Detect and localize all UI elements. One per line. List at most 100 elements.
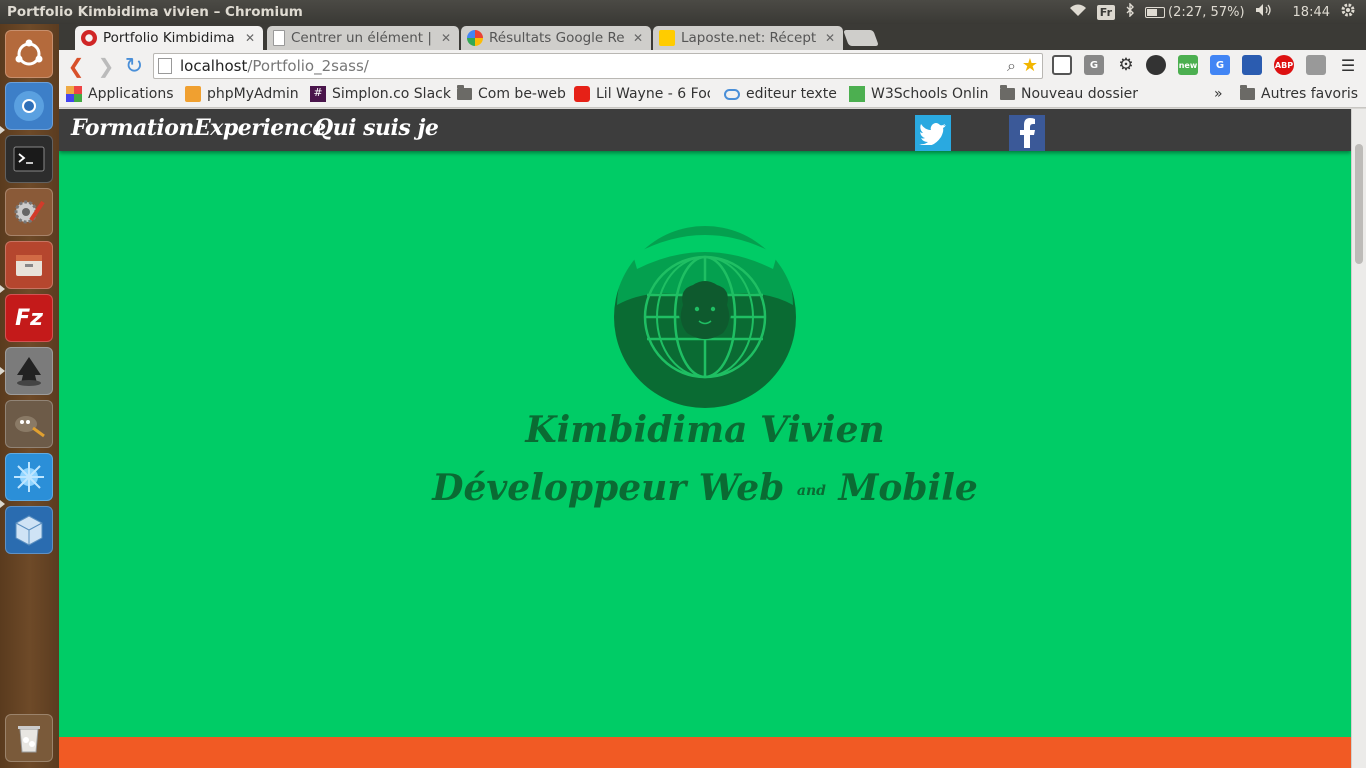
- grammarly-extension-icon[interactable]: G: [1084, 55, 1104, 75]
- clock[interactable]: 18:44: [1283, 5, 1330, 20]
- translate-extension-icon[interactable]: G: [1210, 55, 1230, 75]
- back-icon[interactable]: ❮: [63, 53, 89, 79]
- url-host: localhost: [180, 57, 248, 75]
- filezilla-icon[interactable]: Fz: [5, 294, 53, 342]
- bluetooth-icon[interactable]: [1125, 2, 1135, 21]
- page-scrollbar[interactable]: [1351, 109, 1366, 768]
- app-splash-icon[interactable]: [5, 453, 53, 501]
- ubuntu-dash-icon[interactable]: [5, 30, 53, 78]
- incognito-extension-icon[interactable]: [1146, 55, 1166, 75]
- cube-extension-icon[interactable]: [1306, 55, 1326, 75]
- close-tab-icon[interactable]: ✕: [825, 31, 835, 45]
- new-extension-icon[interactable]: new: [1178, 55, 1198, 75]
- adblock-plus-icon[interactable]: ABP: [1274, 55, 1294, 75]
- facebook-f-icon: [1020, 118, 1035, 148]
- hero-role-end: Mobile: [838, 467, 978, 509]
- bookmark-com-be-web[interactable]: Com be-web: [457, 85, 566, 102]
- screenshot-extension-icon[interactable]: [1052, 55, 1072, 75]
- volume-icon[interactable]: [1255, 3, 1273, 21]
- bookmark-label: Simplon.co Slack: [332, 86, 451, 102]
- session-gear-icon[interactable]: [1340, 2, 1356, 22]
- tab-google-results[interactable]: Résultats Google Re ✕: [461, 26, 651, 50]
- browser-toolbar: ❮ ❯ ↻ localhost/Portfolio_2sass/ ⌕ ★ G ⚙…: [59, 50, 1366, 82]
- battery-indicator[interactable]: (2:27, 57%): [1145, 5, 1245, 20]
- nav-link-experience[interactable]: Experience: [194, 115, 326, 141]
- orange-section-band: [59, 737, 1351, 768]
- new-tab-button[interactable]: [843, 30, 879, 46]
- running-indicator: [0, 285, 5, 293]
- virtualbox-icon[interactable]: [5, 506, 53, 554]
- bookmark-label: Applications: [88, 86, 174, 102]
- address-bar[interactable]: localhost/Portfolio_2sass/ ⌕ ★: [153, 53, 1043, 79]
- twitter-bird-icon: [919, 123, 946, 145]
- nav-link-formation[interactable]: Formation: [71, 115, 194, 141]
- zoom-search-icon[interactable]: ⌕: [1007, 56, 1016, 76]
- settings-extension-icon[interactable]: ⚙: [1116, 55, 1136, 75]
- mail-extension-icon[interactable]: [1242, 55, 1262, 75]
- bookmarks-bar: Applications phpMyAdmin # Simplon.co Sla…: [59, 82, 1366, 108]
- cloud-icon: [724, 88, 740, 100]
- bookmark-phpmyadmin[interactable]: phpMyAdmin: [185, 86, 299, 102]
- keyboard-layout-indicator[interactable]: Fr: [1096, 4, 1116, 20]
- gimp-icon[interactable]: [5, 400, 53, 448]
- facebook-link[interactable]: [1009, 115, 1045, 151]
- bookmark-nouveau-dossier[interactable]: Nouveau dossier: [1000, 85, 1139, 102]
- bookmark-label: editeur texte: [746, 86, 837, 102]
- running-indicator: [0, 500, 5, 508]
- running-indicator: [0, 367, 5, 375]
- bookmark-simplon-slack[interactable]: # Simplon.co Slack: [310, 86, 451, 102]
- chromium-window: Portfolio Kimbidima vivien ✕ Centrer un …: [59, 24, 1366, 768]
- bookmark-star-icon[interactable]: ★: [1022, 55, 1038, 76]
- tab-laposte[interactable]: Laposte.net: Récept ✕: [653, 26, 843, 50]
- bookmark-lil-wayne[interactable]: Lil Wayne - 6 Foo: [574, 86, 710, 102]
- inkscape-icon[interactable]: [5, 347, 53, 395]
- close-tab-icon[interactable]: ✕: [245, 31, 255, 45]
- hero-role: Développeur Web and Mobile: [59, 467, 1351, 509]
- bookmarks-overflow-chevron[interactable]: »: [1214, 86, 1223, 102]
- wifi-icon[interactable]: [1069, 3, 1087, 21]
- close-tab-icon[interactable]: ✕: [633, 31, 643, 45]
- bookmark-other-favorites[interactable]: Autres favoris: [1240, 85, 1358, 102]
- hero-role-and: and: [796, 483, 826, 499]
- bookmark-label: Nouveau dossier: [1021, 86, 1139, 102]
- bookmark-label: W3Schools Onlin: [871, 86, 989, 102]
- url-path: /Portfolio_2sass/: [247, 57, 369, 75]
- hero-role-start: Développeur Web: [432, 467, 785, 509]
- reload-icon[interactable]: ↻: [121, 53, 147, 79]
- phpmyadmin-icon: [185, 86, 201, 102]
- chromium-icon[interactable]: [5, 82, 53, 130]
- tab-title: Laposte.net: Récept: [681, 30, 817, 46]
- bookmark-label: Com be-web: [478, 86, 566, 102]
- chrome-menu-icon[interactable]: ☰: [1338, 55, 1358, 75]
- bookmark-applications[interactable]: Applications: [66, 86, 174, 102]
- window-title: Portfolio Kimbidima vivien – Chromium: [7, 4, 303, 20]
- tab-centrer-element[interactable]: Centrer un élément | ✕: [267, 26, 459, 50]
- page-info-icon[interactable]: [158, 58, 172, 74]
- laposte-favicon: [659, 30, 675, 46]
- bookmark-editeur-texte[interactable]: editeur texte: [724, 86, 837, 102]
- terminal-icon[interactable]: [5, 135, 53, 183]
- youtube-icon: [574, 86, 590, 102]
- tab-title: Résultats Google Re: [489, 30, 625, 46]
- folder-icon: [457, 85, 472, 100]
- unity-launcher: Fz: [0, 24, 59, 768]
- close-tab-icon[interactable]: ✕: [441, 31, 451, 45]
- system-tray: Fr (2:27, 57%) 18:44: [1069, 2, 1366, 22]
- folder-icon: [1000, 85, 1015, 100]
- twitter-link[interactable]: [915, 115, 951, 151]
- hero-name: Kimbidima Vivien: [525, 409, 885, 451]
- site-navbar: Formation Experience Qui suis je: [59, 109, 1351, 151]
- system-settings-icon[interactable]: [5, 188, 53, 236]
- scrollbar-thumb[interactable]: [1355, 144, 1363, 264]
- bookmark-w3schools[interactable]: W3Schools Onlin: [849, 86, 989, 102]
- page-favicon: [273, 30, 285, 46]
- files-icon[interactable]: [5, 241, 53, 289]
- forward-icon[interactable]: ❯: [93, 53, 119, 79]
- tab-strip: Portfolio Kimbidima vivien ✕ Centrer un …: [59, 24, 1366, 50]
- nav-link-qui-suis-je[interactable]: Qui suis je: [314, 115, 439, 141]
- tab-portfolio[interactable]: Portfolio Kimbidima vivien ✕: [75, 26, 263, 50]
- trash-icon[interactable]: [5, 714, 53, 762]
- folder-icon: [1240, 85, 1255, 100]
- apps-grid-icon: [66, 86, 82, 102]
- tab-title: Centrer un élément |: [291, 30, 432, 46]
